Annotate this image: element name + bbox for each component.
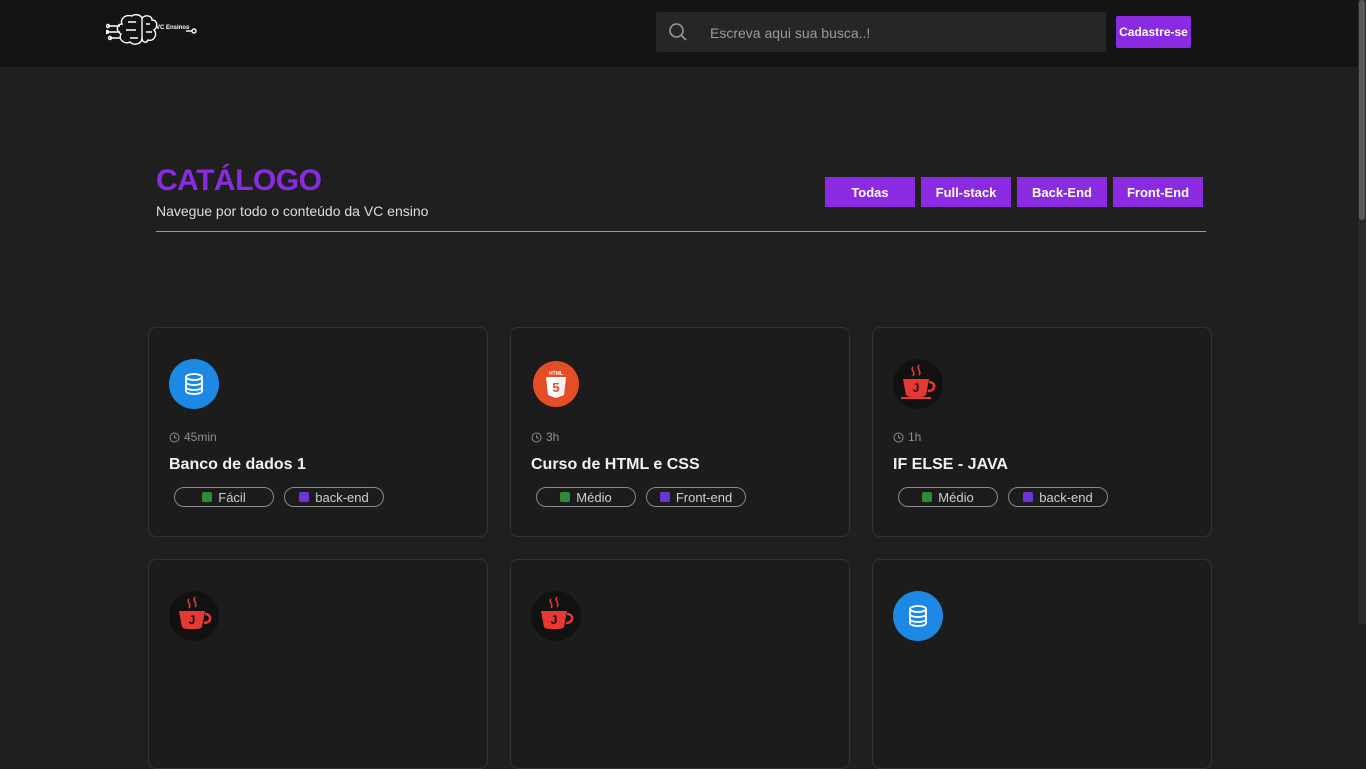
category-tag[interactable]: back-end [284, 487, 384, 507]
svg-text:J: J [551, 613, 558, 627]
top-navbar: VC Ensinos Cadastre-se [0, 0, 1358, 67]
page-title: CATÁLOGO [156, 164, 322, 197]
level-tag[interactable]: Médio [536, 487, 636, 507]
duration-text: 45min [184, 430, 217, 444]
database-icon [893, 591, 943, 641]
svg-text:J: J [913, 381, 920, 395]
filter-frontend-button[interactable]: Front-End [1113, 177, 1203, 207]
level-label: Médio [938, 489, 974, 505]
category-label: Front-end [675, 489, 733, 505]
logo[interactable]: VC Ensinos [104, 12, 198, 48]
filter-fullstack-button[interactable]: Full-stack [921, 177, 1011, 207]
cube-icon [560, 492, 571, 502]
course-tags: Médio Front-end [536, 487, 746, 507]
course-duration: 3h [531, 430, 559, 444]
logo-text: VC Ensinos [156, 25, 190, 31]
java-icon: J [893, 359, 943, 409]
database-icon [169, 359, 219, 409]
cube-icon [1023, 492, 1034, 502]
course-card[interactable]: J 1h IF ELSE - JAVA Médio back-end [872, 327, 1212, 537]
svg-text:HTML: HTML [549, 371, 563, 377]
scrollbar[interactable] [1358, 0, 1366, 624]
clock-icon [531, 432, 542, 442]
course-title[interactable]: IF ELSE - JAVA [893, 456, 1008, 474]
page-subtitle: Navegue por todo o conteúdo da VC ensino [156, 203, 429, 219]
category-tag[interactable]: Front-end [646, 487, 746, 507]
cube-icon [202, 492, 213, 502]
search-icon[interactable] [668, 22, 688, 42]
divider [156, 231, 1206, 232]
java-icon: J [169, 591, 219, 641]
course-duration: 1h [893, 430, 921, 444]
course-title[interactable]: Curso de HTML e CSS [531, 456, 700, 474]
level-label: Fácil [218, 489, 246, 505]
level-tag[interactable]: Médio [898, 487, 998, 507]
course-duration: 45min [169, 430, 217, 444]
scrollbar-thumb[interactable] [1359, 0, 1365, 220]
cube-icon [299, 492, 310, 502]
course-card[interactable]: J [510, 559, 850, 769]
filter-group: Todas Full-stack Back-End Front-End [825, 177, 1203, 207]
course-card[interactable]: 45min Banco de dados 1 Fácil back-end [148, 327, 488, 537]
course-card[interactable]: J [148, 559, 488, 769]
category-label: back-end [315, 489, 369, 505]
svg-text:J: J [189, 613, 196, 627]
signup-button[interactable]: Cadastre-se [1116, 16, 1191, 48]
clock-icon [893, 432, 904, 442]
search-box[interactable] [656, 12, 1106, 54]
course-card[interactable] [872, 559, 1212, 769]
filter-backend-button[interactable]: Back-End [1017, 177, 1107, 207]
course-tags: Fácil back-end [174, 487, 384, 507]
course-title[interactable]: Banco de dados 1 [169, 456, 306, 474]
cube-icon [659, 492, 670, 502]
course-tags: Médio back-end [898, 487, 1108, 507]
search-input[interactable] [708, 12, 1102, 54]
filter-all-button[interactable]: Todas [825, 177, 915, 207]
html5-icon: HTML 5 [533, 361, 579, 407]
java-icon: J [531, 591, 581, 641]
category-tag[interactable]: back-end [1008, 487, 1108, 507]
cube-icon [922, 492, 933, 502]
category-label: back-end [1039, 489, 1093, 505]
clock-icon [169, 432, 180, 442]
duration-text: 3h [546, 430, 560, 444]
level-label: Médio [576, 489, 612, 505]
svg-text:5: 5 [552, 380, 559, 395]
course-card[interactable]: HTML 5 3h Curso de HTML e CSS Médio Fron… [510, 327, 850, 537]
level-tag[interactable]: Fácil [174, 487, 274, 507]
duration-text: 1h [908, 430, 922, 444]
